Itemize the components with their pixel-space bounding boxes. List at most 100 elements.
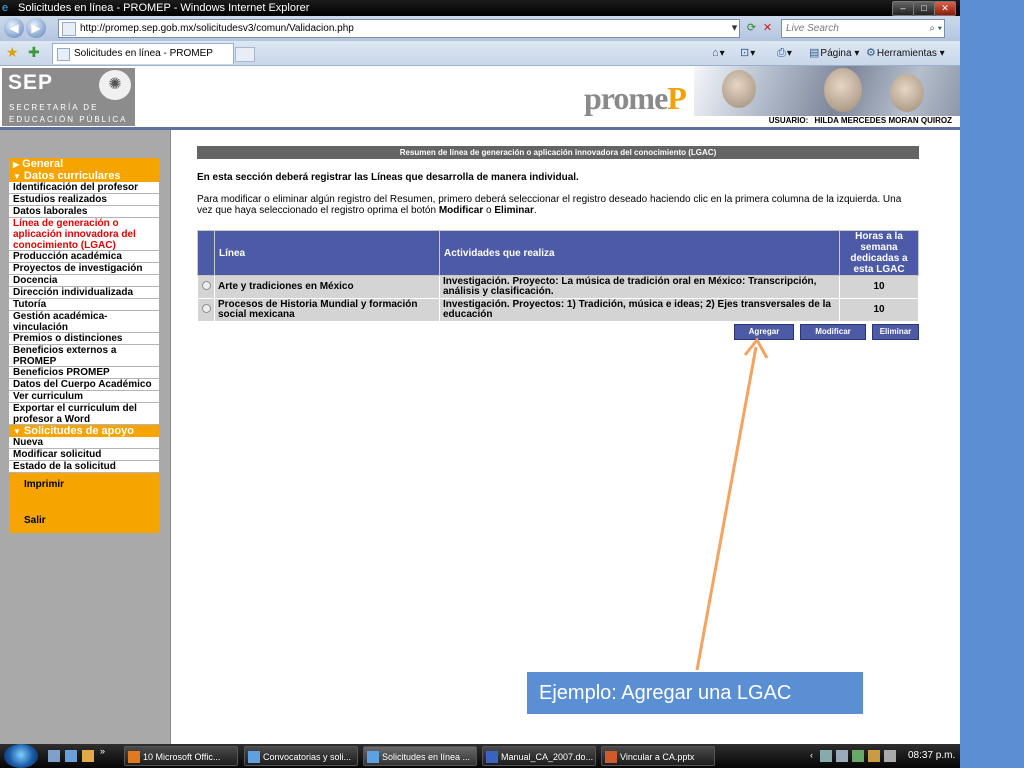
web-page: SEP ✺ SECRETARÍA DE EDUCACIÓN PÚBLICA pr…	[0, 66, 960, 744]
search-placeholder: Live Search	[786, 23, 839, 34]
browser-tab[interactable]: Solicitudes en línea - PROMEP	[52, 43, 234, 64]
feeds-icon[interactable]: ⊡▾	[740, 45, 755, 62]
sidebar-item-ver-curriculum[interactable]: Ver curriculum	[9, 391, 159, 403]
radio-icon[interactable]	[201, 304, 211, 313]
volume-icon[interactable]	[836, 750, 848, 762]
sidebar-item-modificar-solicitud[interactable]: Modificar solicitud	[9, 449, 159, 461]
radio-icon[interactable]	[201, 281, 211, 290]
sidebar-item-lgac[interactable]: Línea de generación o aplicación innovad…	[9, 218, 159, 251]
add-favorite-icon[interactable]: ✚	[28, 44, 40, 61]
sidebar-item-identificacion[interactable]: Identificación del profesor	[9, 182, 159, 194]
search-icon[interactable]: ⌕ ▾	[929, 20, 942, 37]
slide-background	[960, 0, 1024, 768]
tools-menu[interactable]: ⚙Herramientas ▾	[866, 45, 945, 62]
word-icon	[486, 751, 498, 763]
start-button[interactable]	[4, 744, 38, 768]
stop-icon[interactable]: ✕	[760, 20, 775, 36]
task-convocatorias[interactable]: Convocatorias y soli...	[244, 746, 358, 766]
tray-app-icon[interactable]	[868, 750, 880, 762]
sidebar-item-beneficios-externos[interactable]: Beneficios externos a PROMEP	[9, 345, 159, 367]
search-input[interactable]: Live Search ⌕ ▾	[781, 19, 945, 38]
sidebar-item-premios[interactable]: Premios o distinciones	[9, 333, 159, 345]
page-icon	[62, 22, 76, 36]
sidebar-item-estado[interactable]: Estado de la solicitud	[9, 461, 159, 473]
minimize-button[interactable]: –	[892, 1, 914, 16]
table-row[interactable]: Procesos de Historia Mundial y formación…	[197, 298, 919, 322]
back-icon[interactable]: ◀	[4, 18, 24, 38]
taskbar: » 10 Microsoft Offic... Convocatorias y …	[0, 744, 960, 768]
sidebar-item-proyectos[interactable]: Proyectos de investigación	[9, 263, 159, 275]
task-vincular-ca[interactable]: Vincular a CA.pptx	[601, 746, 715, 766]
sidebar-item-beneficios-promep[interactable]: Beneficios PROMEP	[9, 367, 159, 379]
help-text: Para modificar o eliminar algún registro…	[197, 194, 902, 216]
sidebar-item-datos-laborales[interactable]: Datos laborales	[9, 206, 159, 218]
photo-person-icon	[890, 74, 924, 112]
sidebar-item-exportar[interactable]: Exportar el curriculum del profesor a Wo…	[9, 403, 159, 425]
tab-title: Solicitudes en línea - PROMEP	[74, 48, 213, 59]
ie-quicklaunch-icon[interactable]	[65, 750, 77, 762]
address-dropdown-icon[interactable]: ▾	[727, 20, 742, 36]
forward-icon[interactable]: ▶	[26, 18, 46, 38]
folder-icon[interactable]	[82, 750, 94, 762]
network-icon[interactable]	[820, 750, 832, 762]
sidebar-item-imprimir[interactable]: Imprimir	[9, 473, 159, 497]
page-menu[interactable]: ▤Página ▾	[809, 45, 859, 62]
row-select-radio[interactable]	[197, 275, 215, 299]
sidebar-item-direccion[interactable]: Dirección individualizada	[9, 287, 159, 299]
sidebar-item-docencia[interactable]: Docencia	[9, 275, 159, 287]
sidebar-item-salir[interactable]: Salir	[9, 509, 159, 533]
sidebar-item-nueva[interactable]: Nueva	[9, 437, 159, 449]
sidebar-item-cuerpo-academico[interactable]: Datos del Cuerpo Académico	[9, 379, 159, 391]
battery-icon[interactable]	[852, 750, 864, 762]
sidebar-section-general[interactable]: ▶ General	[9, 158, 159, 170]
row-select-radio[interactable]	[197, 298, 215, 322]
section-title: Resumen de línea de generación o aplicac…	[197, 146, 919, 159]
maximize-button[interactable]: □	[913, 1, 935, 16]
tray-expand-icon[interactable]: ‹	[810, 750, 813, 760]
eliminar-button[interactable]: Eliminar	[872, 324, 919, 340]
sep-logo: SEP ✺ SECRETARÍA DE EDUCACIÓN PÚBLICA	[2, 68, 135, 126]
sidebar-item-estudios[interactable]: Estudios realizados	[9, 194, 159, 206]
new-tab-button[interactable]	[235, 47, 255, 62]
clock[interactable]: 08:37 p.m.	[908, 744, 955, 768]
url-text: http://promep.sep.gob.mx/solicitudesv3/c…	[80, 23, 354, 34]
sidebar-item-produccion[interactable]: Producción académica	[9, 251, 159, 263]
sidebar-item-gestion[interactable]: Gestión académica-vinculación	[9, 311, 159, 333]
show-desktop-icon[interactable]	[48, 750, 60, 762]
cell-horas: 10	[839, 298, 919, 322]
sidebar-section-datos-curriculares[interactable]: ▼ Datos curriculares	[9, 170, 159, 182]
sep-logo-text: SEP	[8, 71, 54, 94]
more-icon[interactable]: »	[100, 746, 105, 756]
triangle-down-icon: ▼	[13, 172, 21, 181]
tools-menu-label: Herramientas	[876, 48, 937, 59]
sidebar-item-tutoria[interactable]: Tutoría	[9, 299, 159, 311]
home-icon[interactable]: ⌂▾	[712, 45, 725, 62]
select-column-header	[197, 230, 215, 276]
tab-row: ★ ✚ Solicitudes en línea - PROMEP ⌂▾ ⊡▾ …	[0, 41, 960, 66]
cell-linea: Arte y tradiciones en México	[214, 275, 440, 299]
address-bar[interactable]: http://promep.sep.gob.mx/solicitudesv3/c…	[58, 19, 740, 38]
column-header-linea: Línea	[214, 230, 440, 276]
powerpoint-icon	[605, 751, 617, 763]
column-header-actividades: Actividades que realiza	[439, 230, 840, 276]
tab-page-icon	[57, 48, 70, 61]
favorites-star-icon[interactable]: ★	[6, 44, 19, 61]
task-microsoft-office[interactable]: 10 Microsoft Offic...	[124, 746, 238, 766]
task-solicitudes[interactable]: Solicitudes en línea ...	[363, 746, 477, 766]
modificar-button[interactable]: Modificar	[800, 324, 866, 340]
page-menu-label: Página	[820, 48, 852, 59]
refresh-icon[interactable]: ⟳	[744, 20, 759, 36]
sep-logo-line1: SECRETARÍA DE	[9, 103, 99, 112]
table-row[interactable]: Arte y tradiciones en México Investigaci…	[197, 275, 919, 299]
close-button[interactable]: ✕	[934, 1, 956, 16]
address-row: ◀ ▶ http://promep.sep.gob.mx/solicitudes…	[0, 16, 960, 41]
photo-person-icon	[722, 70, 756, 108]
window-title: Solicitudes en línea - PROMEP - Windows …	[18, 2, 310, 14]
agregar-button[interactable]: Agregar	[734, 324, 794, 340]
tray-app-icon[interactable]	[884, 750, 896, 762]
banner-photo	[694, 66, 960, 116]
print-icon[interactable]: ⎙▾	[777, 45, 792, 62]
task-manual-ca[interactable]: Manual_CA_2007.do...	[482, 746, 596, 766]
annotation-callout: Ejemplo: Agregar una LGAC	[527, 672, 863, 714]
sidebar-section-solicitudes[interactable]: ▼ Solicitudes de apoyo	[9, 425, 159, 437]
